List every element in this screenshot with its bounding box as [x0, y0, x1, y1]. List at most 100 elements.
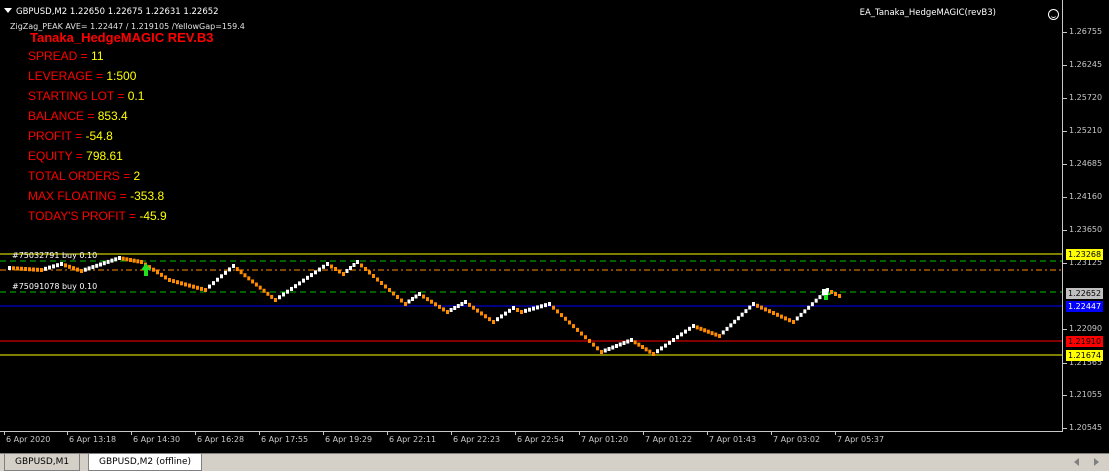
time-tick-mark: [67, 432, 68, 435]
price-axis-label: 1.26755: [1069, 27, 1103, 36]
bear-brick: [274, 298, 277, 302]
bull-brick: [91, 265, 95, 270]
time-tick-mark: [579, 432, 580, 435]
bear-brick: [72, 266, 75, 271]
bear-brick: [641, 345, 644, 349]
price-tick-mark: [1063, 230, 1067, 231]
bear-brick: [792, 320, 795, 324]
stat-key: SPREAD =: [28, 49, 92, 63]
stat-key: PROFIT =: [28, 129, 86, 143]
bull-brick: [630, 338, 633, 342]
stat-leverage: LEVERAGE = 1:500: [28, 69, 136, 83]
time-axis-label: 6 Apr 14:30: [133, 435, 181, 444]
bull-brick: [278, 295, 281, 300]
scroll-left-icon[interactable]: [1074, 458, 1079, 466]
bull-brick: [48, 265, 51, 270]
price-axis-label: 1.20545: [1069, 423, 1103, 432]
current-price-marker: [822, 289, 828, 295]
bull-brick: [212, 281, 215, 286]
bull-brick: [224, 270, 227, 275]
bear-brick: [633, 340, 637, 345]
stat-value: 11: [91, 49, 104, 63]
price-tag: 1.21910: [1066, 336, 1104, 347]
bull-brick: [298, 281, 301, 286]
bull-brick: [626, 339, 630, 344]
bull-brick: [60, 262, 63, 266]
price-tick-mark: [1063, 98, 1067, 99]
time-tick-mark: [451, 432, 452, 435]
bull-brick: [814, 298, 818, 303]
bear-brick: [580, 331, 583, 336]
bear-brick: [572, 324, 575, 329]
bear-brick: [392, 291, 395, 296]
bear-brick: [556, 309, 559, 314]
stat-value: 1:500: [106, 69, 137, 83]
bear-brick: [251, 279, 255, 284]
bear-brick: [710, 331, 714, 336]
bear-brick: [472, 305, 475, 310]
chart-window[interactable]: GBPUSD,M2 1.22650 1.22675 1.22631 1.2265…: [0, 0, 1109, 453]
bear-brick: [648, 349, 652, 354]
stat-total-orders: TOTAL ORDERS = 2: [28, 169, 140, 183]
stat-value: 0.1: [127, 89, 145, 103]
bear-brick: [254, 282, 258, 287]
time-axis-label: 6 Apr 13:18: [69, 435, 117, 444]
bear-brick: [80, 269, 83, 273]
chart-plot-area[interactable]: GBPUSD,M2 1.22650 1.22675 1.22631 1.2265…: [0, 0, 1063, 432]
bull-brick: [352, 263, 356, 267]
dropdown-triangle-icon[interactable]: [4, 8, 12, 13]
bear-brick: [204, 288, 207, 292]
price-tag: 1.22652: [1066, 288, 1104, 299]
bear-brick: [338, 269, 341, 274]
stat-balance: BALANCE = 853.4: [28, 109, 128, 123]
bear-brick: [380, 281, 383, 285]
bear-brick: [430, 299, 433, 304]
bull-brick: [286, 289, 289, 294]
order-label-2[interactable]: #75091078 buy 0.10: [12, 282, 97, 291]
bear-brick: [404, 302, 407, 306]
time-axis[interactable]: 6 Apr 2020 6 Apr 13:18 6 Apr 14:30 6 Apr 16…: [0, 432, 1063, 453]
time-axis-label: 6 Apr 19:29: [325, 435, 373, 444]
bear-brick: [596, 346, 599, 351]
bear-brick: [637, 342, 641, 347]
bull-brick: [618, 342, 622, 347]
time-axis-label: 6 Apr 22:11: [389, 435, 437, 444]
bear-brick: [714, 332, 718, 337]
bear-brick: [592, 342, 595, 347]
ea-smiley-icon[interactable]: [1048, 9, 1059, 20]
bear-brick: [28, 267, 31, 272]
bear-brick: [239, 270, 243, 275]
bear-brick: [164, 275, 167, 280]
bear-brick: [334, 267, 337, 271]
bull-brick: [807, 305, 811, 310]
bull-brick: [8, 266, 11, 270]
price-axis-label: 1.25720: [1069, 93, 1103, 102]
tab-gbpusd-m2-offline[interactable]: GBPUSD,M2 (offline): [88, 454, 202, 471]
time-tick-mark: [387, 432, 388, 435]
bear-brick: [488, 317, 491, 322]
scroll-right-icon[interactable]: [1094, 458, 1099, 466]
bull-brick: [228, 267, 231, 272]
bull-brick: [310, 273, 313, 278]
bull-brick: [692, 324, 695, 328]
bear-brick: [564, 316, 567, 321]
bull-brick: [684, 329, 687, 334]
bear-brick: [24, 267, 27, 271]
bull-brick: [736, 316, 740, 321]
time-tick-mark: [515, 432, 516, 435]
stat-value: -45.9: [139, 209, 167, 223]
bull-brick: [508, 308, 511, 313]
bear-brick: [396, 295, 399, 299]
tab-gbpusd-m1[interactable]: GBPUSD,M1: [4, 454, 81, 471]
time-axis-label: 6 Apr 17:55: [261, 435, 309, 444]
bull-brick: [622, 341, 626, 345]
price-axis[interactable]: 1.26755 1.26245 1.25720 1.25210 1.24685 1.241…: [1063, 0, 1109, 432]
bear-brick: [830, 290, 833, 294]
bear-brick: [699, 326, 703, 331]
order-label-1[interactable]: #75032791 buy 0.10: [12, 251, 97, 260]
bear-brick: [235, 267, 239, 272]
bull-brick: [294, 284, 297, 289]
price-axis-label: 1.25210: [1069, 125, 1103, 135]
price-tick-mark: [1063, 197, 1067, 199]
stat-todays-profit: TODAY'S PROFIT = -45.9: [28, 209, 167, 223]
